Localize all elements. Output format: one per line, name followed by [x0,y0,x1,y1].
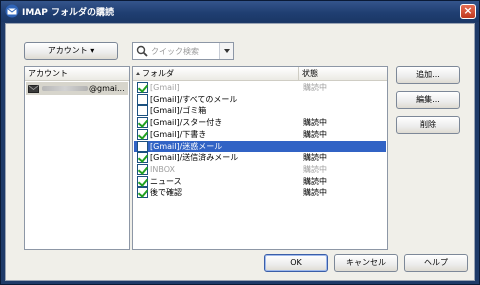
window-title: IMAP フォルダの購読 [22,8,114,18]
title-bar[interactable]: IMAP フォルダの購読 × [1,1,479,22]
subscribe-checkbox[interactable] [137,82,148,93]
folder-name: [Gmail]/ゴミ箱 [150,106,207,116]
folder-row[interactable]: [Gmail]/すべてのメール [134,93,386,105]
delete-button[interactable]: 削除 [396,116,460,134]
search-placeholder: クイック検索 [151,47,199,56]
account-list[interactable]: アカウント @gmai... [24,66,130,250]
folder-row[interactable]: [Gmail]/スター付き 購読中 [134,117,386,129]
folder-name: ニュース [150,176,182,186]
dialog-window: IMAP フォルダの購読 × アカウント ▾ クイック検索 アカウント @gma… [0,0,480,285]
subscribe-checkbox[interactable] [137,175,148,187]
subscription-status: 購読中 [303,164,327,174]
folder-header-label: フォルダ [142,69,174,78]
folder-name: [Gmail]/すべてのメール [150,94,238,104]
folder-name: [Gmail]/迷惑メール [150,141,223,151]
search-icon [136,45,148,57]
subscribe-checkbox[interactable] [137,140,148,152]
add-button-label: 追加... [416,70,440,79]
account-name-label: @gmai... [89,84,125,93]
ok-button[interactable]: OK [264,254,328,272]
mail-account-icon [28,85,39,93]
account-button-label: アカウント ▾ [47,46,95,55]
subscribe-checkbox[interactable] [137,187,148,199]
subscription-status: 購読中 [303,188,327,198]
delete-button-label: 削除 [420,120,436,129]
subscribe-checkbox[interactable] [137,152,148,164]
subscribe-checkbox[interactable] [137,93,148,105]
folder-name: [Gmail]/送信済みメール [150,153,239,163]
account-column-header[interactable]: アカウント [25,67,129,81]
help-button-label: ヘルプ [424,258,448,267]
subscription-status: 購読中 [303,118,327,128]
account-header-label: アカウント [28,69,68,78]
status-column-header[interactable]: 状態 [299,67,387,81]
subscription-status: 購読中 [303,83,327,92]
quick-search-input[interactable]: クイック検索 [132,42,234,60]
cancel-button[interactable]: キャンセル [334,254,398,272]
add-button[interactable]: 追加... [396,66,460,84]
folder-row[interactable]: 後で確認 購読中 [134,187,386,199]
folder-list[interactable]: フォルダ 状態 [Gmail] 購読中 [Gmail]/すべてのメール [Gmail]… [132,66,388,250]
subscription-status: 購読中 [303,176,327,186]
dialog-body: アカウント ▾ クイック検索 アカウント @gmai... フォルダ 状態 [G… [5,23,475,281]
account-dropdown-button[interactable]: アカウント ▾ [24,42,118,60]
redacted-account-name [42,86,88,91]
edit-button[interactable]: 編集... [396,91,460,109]
subscribe-checkbox[interactable] [137,163,148,175]
sort-ascending-icon [136,72,140,75]
status-header-label: 状態 [302,69,318,78]
folder-row[interactable]: ニュース 購読中 [134,175,386,187]
account-list-item[interactable]: @gmai... [26,82,128,95]
subscription-status: 購読中 [303,129,327,139]
folder-row[interactable]: INBOX 購読中 [134,163,386,175]
folder-row[interactable]: [Gmail] 購読中 [134,82,386,93]
folder-column-header[interactable]: フォルダ [133,67,299,81]
folder-name: INBOX [150,164,175,174]
folder-name: 後で確認 [150,188,182,198]
folder-row[interactable]: [Gmail]/送信済みメール 購読中 [134,152,386,164]
folder-row[interactable]: [Gmail]/ゴミ箱 [134,105,386,117]
close-icon: × [463,4,473,17]
folder-name: [Gmail] [150,83,180,92]
thunderbird-logo-icon [5,4,19,18]
subscribe-checkbox[interactable] [137,105,148,117]
subscription-status: 購読中 [303,153,327,163]
subscribe-checkbox[interactable] [137,117,148,129]
subscribe-checkbox[interactable] [137,128,148,140]
edit-button-label: 編集... [416,95,440,104]
folder-row[interactable]: [Gmail]/迷惑メール [134,140,386,152]
close-button[interactable]: × [460,4,476,19]
ok-button-label: OK [290,258,302,267]
cancel-button-label: キャンセル [346,258,386,267]
folder-name: [Gmail]/下書き [150,129,207,139]
search-dropdown-arrow-icon[interactable] [219,43,233,59]
folder-name: [Gmail]/スター付き [150,118,223,128]
help-button[interactable]: ヘルプ [404,254,468,272]
folder-row[interactable]: [Gmail]/下書き 購読中 [134,128,386,140]
